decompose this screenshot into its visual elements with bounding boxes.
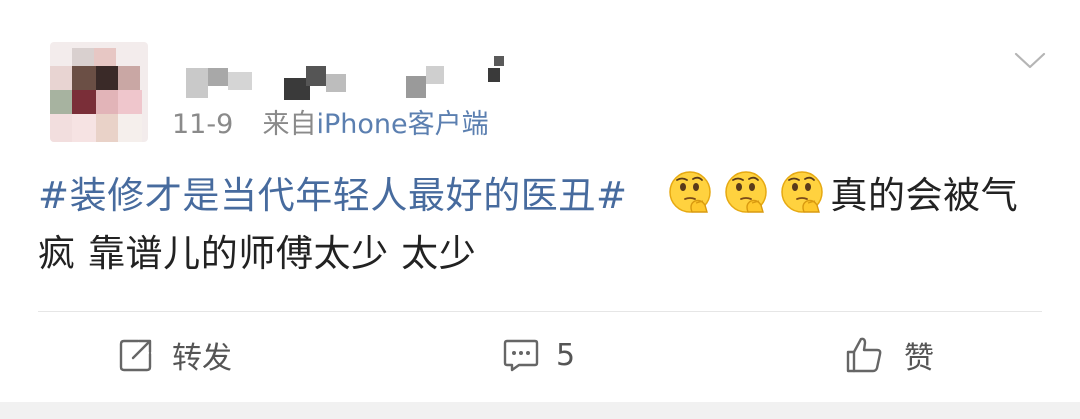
username[interactable] (180, 52, 520, 102)
thinking-face-emoji-icon (725, 171, 768, 213)
thinking-face-emoji-icon (669, 171, 712, 213)
repost-button[interactable]: 转发 (118, 330, 232, 380)
chevron-down-icon[interactable] (1012, 46, 1048, 74)
topic-link[interactable]: #装修才是当代年轻人最好的医丑# (38, 174, 628, 217)
repost-label: 转发 (172, 341, 232, 376)
thinking-face-emoji-icon (781, 171, 824, 213)
thumbs-up-icon (846, 337, 882, 373)
post-meta: 11-9 来自iPhone客户端 (172, 107, 489, 143)
like-button[interactable]: 赞 (844, 330, 934, 380)
repost-icon (119, 339, 152, 372)
comment-count: 5 (556, 337, 576, 373)
comment-button[interactable]: 5 (502, 330, 575, 380)
comment-icon (503, 339, 539, 372)
source-prefix: 来自 (262, 109, 317, 140)
post-body: #装修才是当代年轻人最好的医丑# 真的会被气疯 靠谱儿的师傅太少 太少 (38, 167, 1050, 283)
like-label: 赞 (904, 341, 934, 376)
divider (38, 311, 1042, 312)
feed-separator (0, 402, 1080, 419)
post-date: 11-9 (172, 109, 234, 140)
avatar[interactable] (50, 42, 148, 142)
source-link[interactable]: iPhone客户端 (316, 109, 488, 140)
